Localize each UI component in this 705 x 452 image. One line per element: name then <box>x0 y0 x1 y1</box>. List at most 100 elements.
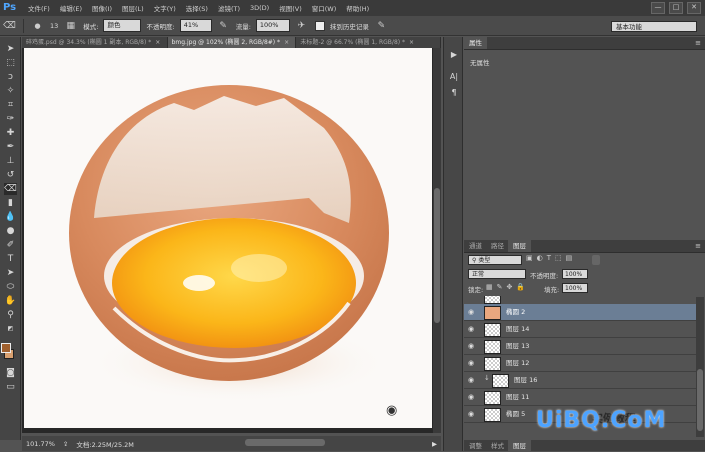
blend-mode-select[interactable]: 正常 <box>468 269 526 279</box>
filter-icons[interactable]: ▣◐T⬚▤ <box>526 254 576 262</box>
zoom-tool-icon[interactable]: ⚲ <box>4 309 17 321</box>
menu-filter[interactable]: 滤镜(T) <box>213 3 245 13</box>
character-panel-icon[interactable]: A| <box>447 71 461 83</box>
close-button[interactable]: ✕ <box>687 2 701 14</box>
scrollbar-thumb[interactable] <box>697 369 703 431</box>
layer-opacity-input[interactable]: 100% <box>562 269 588 279</box>
brush-preset-icon[interactable]: ● <box>31 20 44 32</box>
menu-window[interactable]: 窗口(W) <box>307 3 342 13</box>
eraser-tool-icon[interactable]: ⌫ <box>4 183 17 195</box>
dodge-tool-icon[interactable]: ● <box>4 225 17 237</box>
tab-layers[interactable]: 图层 <box>508 240 531 252</box>
eye-icon[interactable]: ◉ <box>468 342 478 350</box>
tab-document-2[interactable]: bmg.jpg @ 102% (椭圆 2, RGB/8#) * × <box>167 37 297 48</box>
eyedropper-tool-icon[interactable]: ✑ <box>4 113 17 125</box>
layer-row[interactable]: ◉ 图层 12 <box>464 355 696 372</box>
default-colors-icon[interactable]: ◩ <box>4 323 17 335</box>
layer-row[interactable]: ◉ ↓ 图层 16 <box>464 372 696 389</box>
maximize-button[interactable]: □ <box>669 2 683 14</box>
healing-tool-icon[interactable]: ✚ <box>4 127 17 139</box>
export-icon[interactable]: ⇪ <box>63 440 68 448</box>
marquee-tool-icon[interactable]: ⬚ <box>4 57 17 69</box>
layer-row[interactable]: ◉ 椭圆 2 <box>464 304 696 321</box>
tab-document-3[interactable]: 未标题-2 @ 66.7% (椭圆 1, RGB/8) * × <box>296 37 441 48</box>
layers-scrollbar[interactable] <box>696 297 704 437</box>
eraser-tool-icon[interactable]: ⌫ <box>3 20 16 32</box>
lasso-tool-icon[interactable]: ↄ <box>4 71 17 83</box>
photoshop-logo: Ps <box>3 2 17 13</box>
path-select-tool-icon[interactable]: ➤ <box>4 267 17 279</box>
pressure-opacity-icon[interactable]: ✎ <box>217 20 230 32</box>
workspace-select[interactable]: 基本功能 <box>611 21 697 32</box>
quick-mask-icon[interactable]: ◙ <box>4 367 17 379</box>
layer-row[interactable]: ◉ 图层 13 <box>464 338 696 355</box>
menu-select[interactable]: 选择(S) <box>181 3 213 13</box>
eye-icon[interactable]: ◉ <box>468 410 478 418</box>
menu-image[interactable]: 图像(I) <box>87 3 117 13</box>
menu-file[interactable]: 文件(F) <box>23 3 55 13</box>
zoom-level[interactable]: 101.77% <box>26 440 55 448</box>
canvas-vertical-scrollbar[interactable] <box>433 48 441 433</box>
eye-icon[interactable]: ◉ <box>468 376 478 384</box>
move-tool-icon[interactable]: ➤ <box>4 43 17 55</box>
panel-menu-icon[interactable]: ≡ <box>695 37 701 49</box>
tab-properties[interactable]: 属性 <box>464 37 487 49</box>
menu-help[interactable]: 帮助(H) <box>341 3 374 13</box>
hand-tool-icon[interactable]: ✋ <box>4 295 17 307</box>
lock-icons[interactable]: ▦✎✥🔒 <box>486 283 529 291</box>
tab-adjustments[interactable]: 调整 <box>464 440 487 452</box>
blur-tool-icon[interactable]: 💧 <box>4 211 17 223</box>
quick-select-tool-icon[interactable]: ✧ <box>4 85 17 97</box>
brush-panel-icon[interactable]: ▦ <box>64 20 77 32</box>
brush-tool-icon[interactable]: ✒ <box>4 141 17 153</box>
layer-thumbnail <box>484 357 501 371</box>
mode-select[interactable]: 颜色 <box>103 19 142 32</box>
airbrush-icon[interactable]: ✈ <box>295 20 308 32</box>
layer-filter-select[interactable]: ⚲ 类型 <box>468 255 522 265</box>
layer-thumbnail <box>484 306 501 320</box>
menu-layer[interactable]: 图层(L) <box>117 3 149 13</box>
screen-mode-icon[interactable]: ▭ <box>4 381 17 393</box>
tab-layers-bottom[interactable]: 图层 <box>508 440 531 452</box>
foreground-color-swatch[interactable] <box>1 343 11 353</box>
layer-row[interactable]: ◉ 图层 11 <box>464 389 696 406</box>
eye-icon[interactable]: ◉ <box>468 359 478 367</box>
filter-toggle[interactable] <box>592 255 600 265</box>
tab-document-1[interactable]: 碎鸡蛋.psd @ 34.3% (椭圆 1 副本, RGB/8) * × <box>22 37 168 48</box>
eye-icon[interactable]: ◉ <box>468 393 478 401</box>
panel-menu-icon[interactable]: ≡ <box>695 240 701 252</box>
fill-input[interactable]: 100% <box>562 283 588 293</box>
flow-label: 流量: <box>235 22 251 31</box>
minimize-button[interactable]: — <box>651 2 665 14</box>
play-action-icon[interactable]: ▶ <box>447 49 461 61</box>
type-tool-icon[interactable]: T <box>4 253 17 265</box>
paragraph-panel-icon[interactable]: ¶ <box>447 87 461 99</box>
close-icon[interactable]: × <box>284 39 289 46</box>
menu-view[interactable]: 视图(V) <box>274 3 307 13</box>
gradient-tool-icon[interactable]: ▮ <box>4 197 17 209</box>
layer-row[interactable]: ◉ 图层 14 <box>464 321 696 338</box>
tab-paths[interactable]: 路径 <box>486 240 509 252</box>
eye-icon[interactable]: ◉ <box>468 308 478 316</box>
close-icon[interactable]: × <box>409 39 414 46</box>
canvas-horizontal-scrollbar[interactable] <box>245 439 325 446</box>
opacity-input[interactable]: 41% <box>179 19 212 32</box>
crop-tool-icon[interactable]: ⌗ <box>4 99 17 111</box>
menu-edit[interactable]: 编辑(E) <box>55 3 87 13</box>
close-icon[interactable]: × <box>155 39 160 46</box>
status-arrow-icon[interactable]: ▶ <box>432 440 437 448</box>
menu-type[interactable]: 文字(Y) <box>149 3 181 13</box>
scrollbar-thumb[interactable] <box>434 188 440 323</box>
history-checkbox[interactable] <box>314 20 325 31</box>
tab-channels[interactable]: 通道 <box>464 240 487 252</box>
document-canvas[interactable]: ◉ <box>24 48 432 428</box>
eye-icon[interactable]: ◉ <box>468 325 478 333</box>
tab-styles[interactable]: 样式 <box>486 440 509 452</box>
pen-tool-icon[interactable]: ✐ <box>4 239 17 251</box>
history-brush-tool-icon[interactable]: ↺ <box>4 169 17 181</box>
shape-tool-icon[interactable]: ⬭ <box>4 281 17 293</box>
clone-stamp-tool-icon[interactable]: ⊥ <box>4 155 17 167</box>
menu-3d[interactable]: 3D(D) <box>245 4 274 12</box>
flow-input[interactable]: 100% <box>255 19 290 32</box>
pressure-size-icon[interactable]: ✎ <box>375 20 388 32</box>
